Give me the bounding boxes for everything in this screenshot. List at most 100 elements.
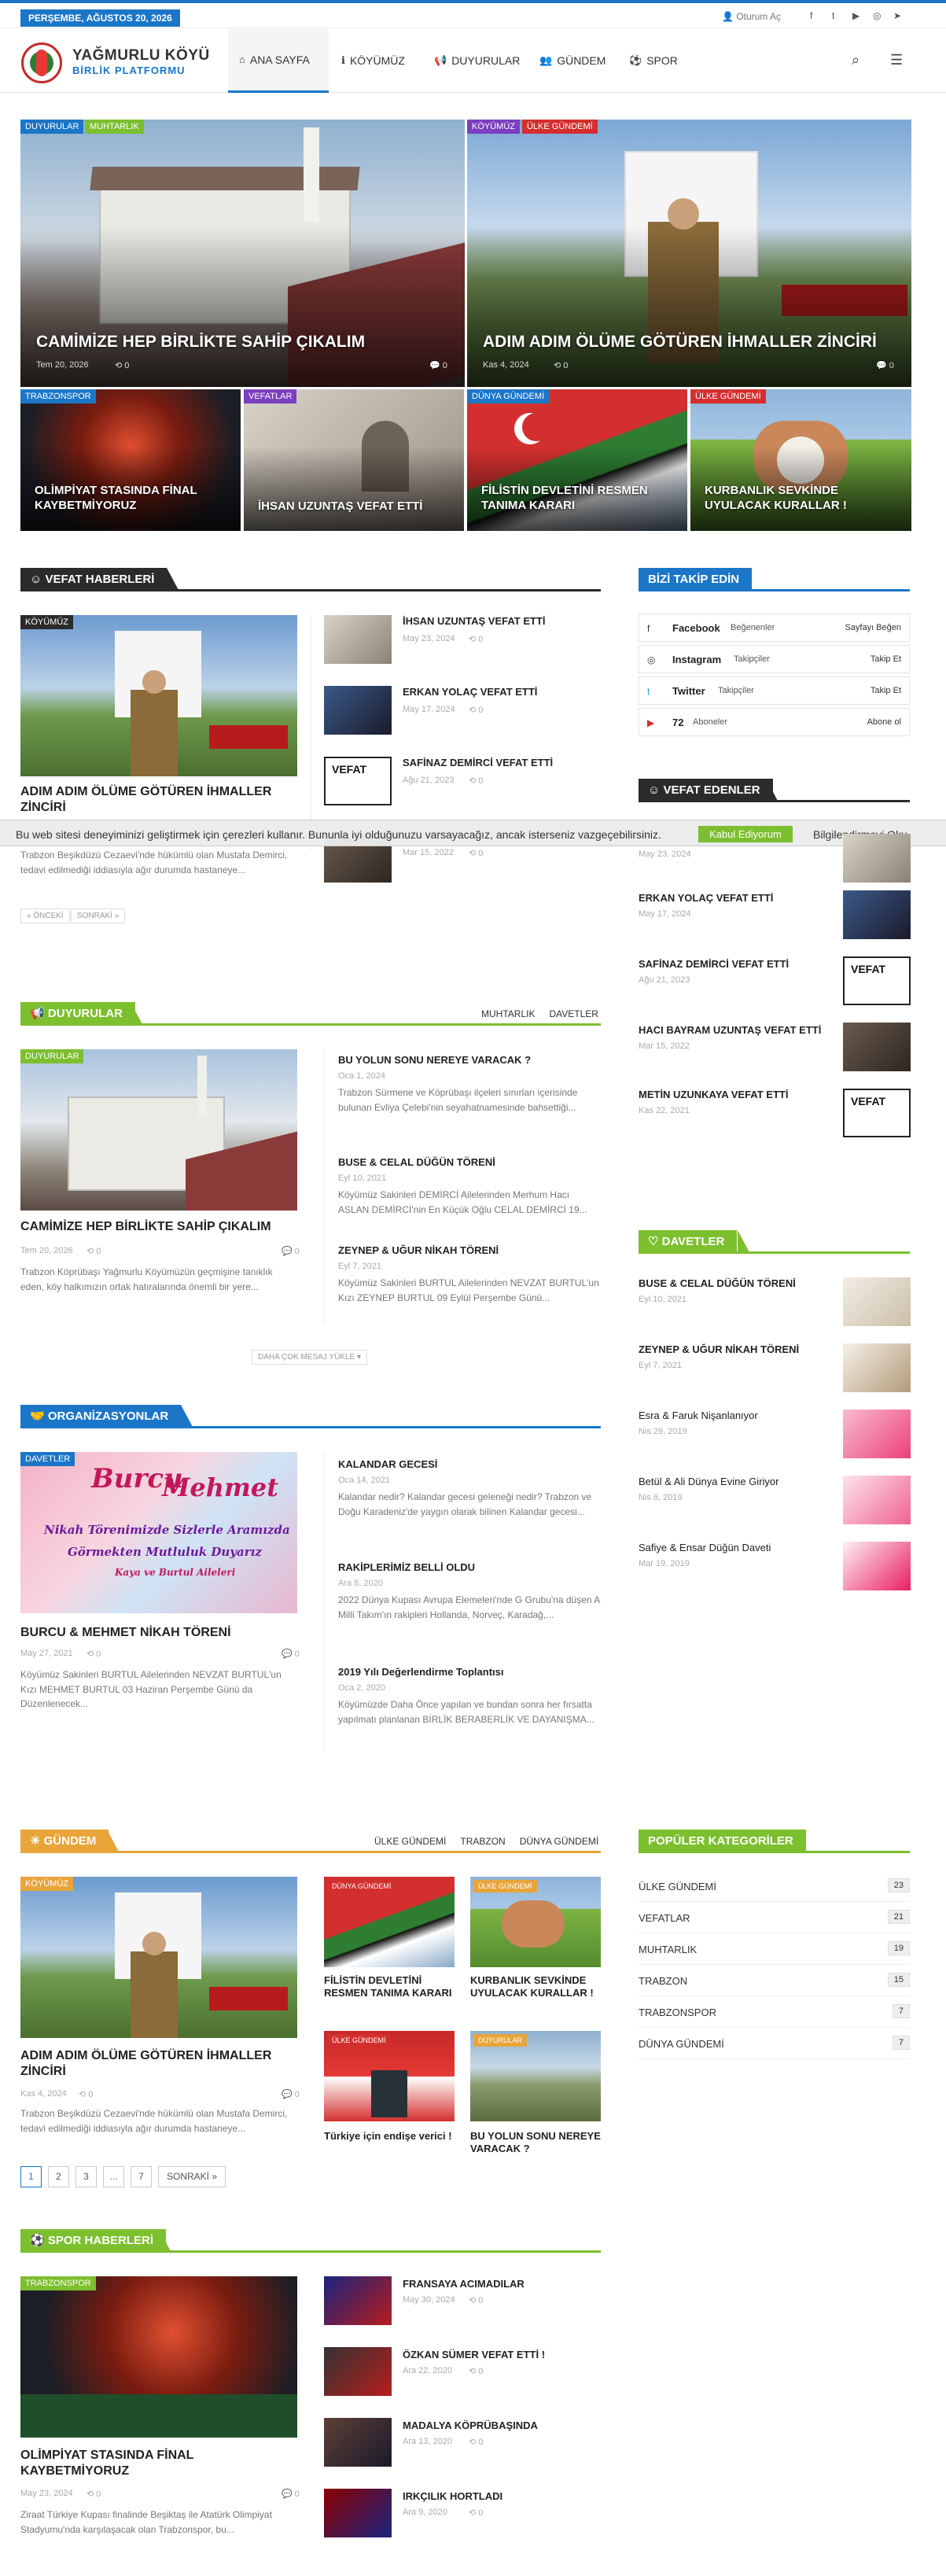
tab-trabzon[interactable]: TRABZON [460,1836,505,1847]
post-title[interactable]: FİLİSTİN DEVLETİNİ RESMEN TANIMA KARARI [324,1974,455,2000]
post-title[interactable]: SAFİNAZ DEMİRCİ VEFAT ETTİ [639,958,789,970]
instagram-icon[interactable]: ◎ [873,10,881,21]
post-thumbnail[interactable] [843,834,911,883]
post-title[interactable]: İHSAN UZUNTAŞ VEFAT ETTİ [403,615,546,628]
tab-davetler[interactable]: DAVETLER [549,1008,598,1019]
post-image[interactable]: Burcu Mehmet Nikah Törenimizde Sizlerle … [20,1452,297,1613]
post-thumbnail[interactable] [843,890,911,939]
hero-title[interactable]: İHSAN UZUNTAŞ VEFAT ETTİ [258,499,455,514]
telegram-icon[interactable]: ➤ [893,10,901,21]
follow-instagram[interactable]: ◎ Instagram Takipçiler Takip Et [639,645,910,673]
category-item[interactable]: VEFATLAR 21 [639,1902,910,1933]
page-7-button[interactable]: 7 [131,2166,152,2187]
post-title[interactable]: ZEYNEP & UĞUR NİKAH TÖRENİ [639,1343,799,1355]
hero-title[interactable]: CAMİMİZE HEP BİRLİKTE SAHİP ÇIKALIM [36,332,445,352]
cookie-accept-button[interactable]: Kabul Ediyorum [698,826,793,842]
tab-ulke-gundemi[interactable]: ÜLKE GÜNDEMİ [374,1836,446,1847]
logo-emblem[interactable] [21,42,62,83]
post-title[interactable]: Safiye & Ensar Düğün Daveti [639,1542,771,1553]
post-title[interactable]: ERKAN YOLAÇ VEFAT ETTİ [639,892,773,904]
nav-gundem[interactable]: 👥 GÜNDEM [528,28,617,93]
follow-action[interactable]: Takip Et [871,686,901,695]
post-thumbnail[interactable]: VEFAT [843,956,911,1005]
hero-title[interactable]: FİLİSTİN DEVLETİNİ RESMEN TANIMA KARARI [481,484,678,514]
category-badge[interactable]: DÜNYA GÜNDEMİ [327,1880,396,1892]
category-badge[interactable]: ÜLKE GÜNDEMİ [327,2034,391,2047]
page-2-button[interactable]: 2 [48,2166,69,2187]
category-item[interactable]: TRABZONSPOR 7 [639,1996,910,2028]
post-thumbnail[interactable] [843,1542,911,1590]
post-title[interactable]: FRANSAYA ACIMADILAR [403,2278,525,2290]
twitter-icon[interactable]: t [832,10,834,21]
category-badge[interactable]: KÖYÜMÜZ [20,1877,73,1891]
post-title[interactable]: OLİMPİYAT STASINDA FİNAL KAYBETMİYORUZ [20,2448,297,2479]
section-title[interactable]: ☺ VEFAT HABERLERİ [20,568,167,591]
follow-action[interactable]: Sayfayı Beğen [845,623,901,632]
nav-spor[interactable]: ⚽ SPOR [618,28,689,93]
post-title[interactable]: Betül & Ali Dünya Evine Giriyor [639,1476,779,1487]
post-title[interactable]: BURCU & MEHMET NİKAH TÖRENİ [20,1625,297,1641]
post-thumbnail[interactable] [324,2418,392,2467]
next-page-button[interactable]: SONRAKİ » [71,908,126,923]
post-thumbnail[interactable]: VEFAT [324,757,392,805]
post-image[interactable]: DUYURULAR [20,1049,297,1211]
post-title[interactable]: BU YOLUN SONU NEREYE VARACAK ? [338,1054,531,1067]
post-title[interactable]: Türkiye için endişe verici ! [324,2130,455,2143]
post-title[interactable]: ADIM ADIM ÖLÜME GÖTÜREN İHMALLER ZİNCİRİ [20,784,297,816]
post-title[interactable]: ÖZKAN SÜMER VEFAT ETTİ ! [403,2349,545,2361]
category-badge[interactable]: DUYURULAR [473,2034,528,2047]
follow-youtube[interactable]: ▶ 72 Aboneler Abone ol [639,708,910,736]
category-badge[interactable]: DUYURULAR [20,1049,84,1063]
category-badge[interactable]: ÜLKE GÜNDEMİ [473,1880,537,1892]
post-title[interactable]: IRKÇILIK HORTLADI [403,2490,502,2503]
load-more-button[interactable]: DAHA ÇOK MESAJ YÜKLE ▾ [252,1350,367,1365]
hero-tile-1[interactable]: DUYURULAR MUHTARLIK CAMİMİZE HEP BİRLİKT… [20,120,465,387]
youtube-icon[interactable]: ▶ [852,10,859,21]
post-thumbnail[interactable] [843,1023,911,1071]
section-title[interactable]: 🤝 ORGANİZASYONLAR [20,1405,182,1428]
category-badge[interactable]: MUHTARLIK [85,120,144,134]
category-item[interactable]: TRABZON 15 [639,1965,910,1996]
category-badge[interactable]: ÜLKE GÜNDEMİ [522,120,598,134]
hero-tile-6[interactable]: ÜLKE GÜNDEMİ KURBANLIK SEVKİNDE UYULACAK… [690,389,911,531]
post-title[interactable]: BUSE & CELAL DÜĞÜN TÖRENİ [338,1156,495,1169]
login-link[interactable]: 👤 Oturum Aç [722,11,781,22]
nav-duyurular[interactable]: 📢 DUYURULAR [423,28,525,93]
post-title[interactable]: CAMİMİZE HEP BİRLİKTE SAHİP ÇIKALIM [20,1219,297,1235]
hero-title[interactable]: OLİMPİYAT STASINDA FİNAL KAYBETMİYORUZ [35,484,231,514]
post-thumbnail[interactable] [324,2489,392,2537]
post-image[interactable]: ÜLKE GÜNDEMİ [324,2031,455,2121]
facebook-icon[interactable]: f [810,10,812,21]
post-title[interactable]: ADIM ADIM ÖLÜME GÖTÜREN İHMALLER ZİNCİRİ [20,2048,297,2080]
logo-title[interactable]: YAĞMURLU KÖYÜ [72,47,210,64]
category-item[interactable]: DÜNYA GÜNDEMİ 7 [639,2028,910,2059]
post-thumbnail[interactable] [843,1277,911,1326]
post-title[interactable]: ZEYNEP & UĞUR NİKAH TÖRENİ [338,1244,499,1257]
follow-facebook[interactable]: f Facebook Beğenenler Sayfayı Beğen [639,614,910,642]
hero-title[interactable]: ADIM ADIM ÖLÜME GÖTÜREN İHMALLER ZİNCİRİ [483,332,892,352]
post-title[interactable]: SAFİNAZ DEMİRCİ VEFAT ETTİ [403,757,553,769]
category-badge[interactable]: DAVETLER [20,1452,75,1466]
post-title[interactable]: METİN UZUNKAYA VEFAT ETTİ [639,1089,788,1100]
post-title[interactable]: ERKAN YOLAÇ VEFAT ETTİ [403,686,537,698]
hero-tile-3[interactable]: TRABZONSPOR OLİMPİYAT STASINDA FİNAL KAY… [20,389,241,531]
post-thumbnail[interactable] [324,2347,392,2396]
category-badge[interactable]: KÖYÜMÜZ [20,615,73,629]
post-title[interactable]: MADALYA KÖPRÜBAŞINDA [403,2419,538,2432]
post-image[interactable]: ÜLKE GÜNDEMİ [470,1877,601,1967]
post-image[interactable]: DÜNYA GÜNDEMİ [324,1877,455,1967]
section-title[interactable]: ⚽ SPOR HABERLERİ [20,2229,167,2253]
follow-twitter[interactable]: t Twitter Takipçiler Takip Et [639,676,910,705]
page-3-button[interactable]: 3 [75,2166,97,2187]
hero-tile-4[interactable]: VEFATLAR İHSAN UZUNTAŞ VEFAT ETTİ [244,389,464,531]
page-1-button[interactable]: 1 [20,2166,42,2187]
post-title[interactable]: KALANDAR GECESİ [338,1458,437,1471]
follow-action[interactable]: Takip Et [871,654,901,664]
post-thumbnail[interactable] [324,615,392,664]
next-page-button[interactable]: SONRAKİ » [158,2166,226,2187]
hero-tile-2[interactable]: KÖYÜMÜZ ÜLKE GÜNDEMİ ADIM ADIM ÖLÜME GÖT… [467,120,911,387]
prev-page-button[interactable]: « ÖNCEKİ [20,908,70,923]
post-title[interactable]: KURBANLIK SEVKİNDE UYULACAK KURALLAR ! [470,1974,601,2000]
follow-action[interactable]: Abone ol [867,717,901,727]
category-badge[interactable]: VEFATLAR [244,389,297,404]
